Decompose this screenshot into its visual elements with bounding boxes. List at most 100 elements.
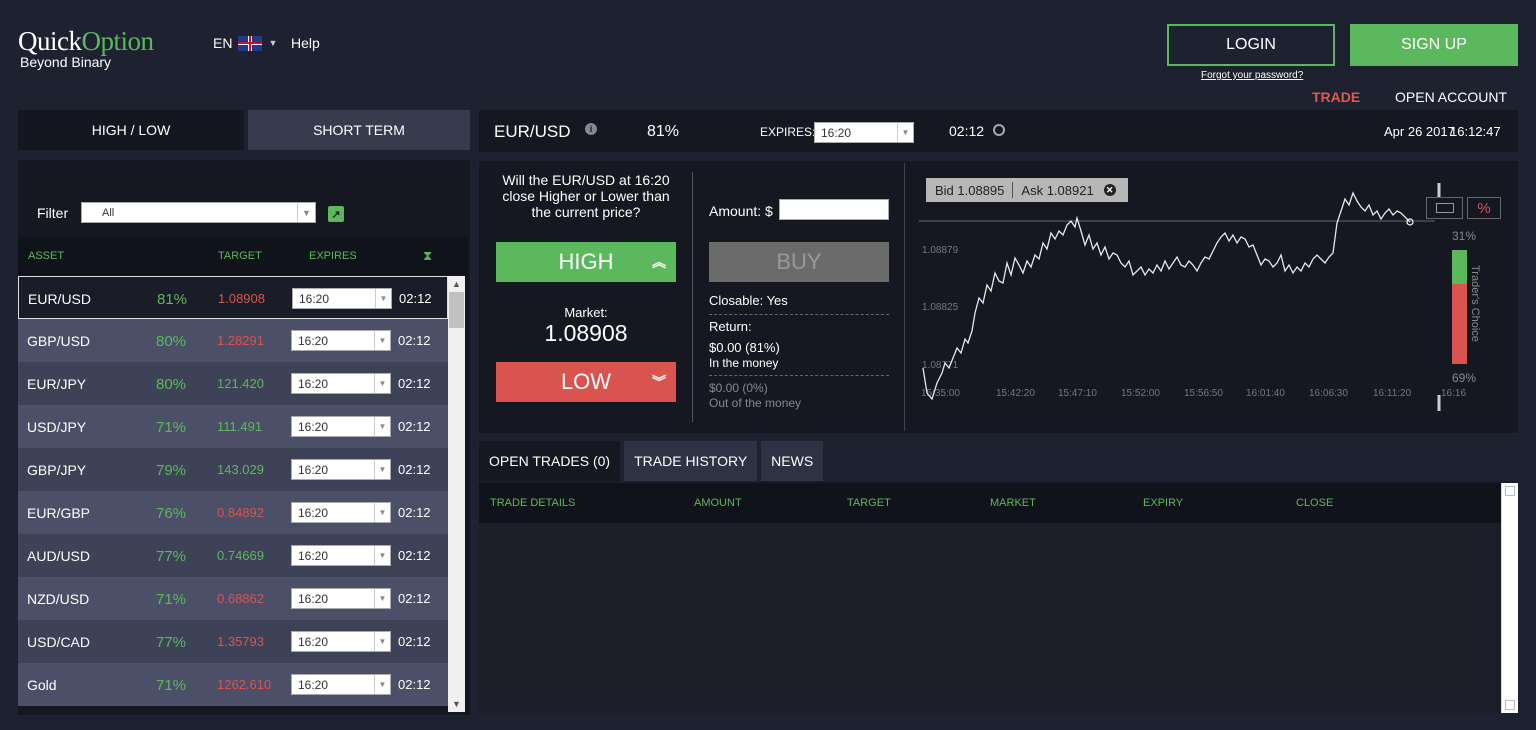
countdown: 02:12 bbox=[949, 123, 985, 139]
asset-payout: 77% bbox=[156, 634, 187, 651]
candlestick-icon[interactable] bbox=[1426, 197, 1463, 219]
scroll-thumb[interactable] bbox=[449, 292, 464, 328]
tab-open-trades[interactable]: OPEN TRADES (0) bbox=[479, 441, 621, 481]
tab-short-term[interactable]: SHORT TERM bbox=[248, 110, 470, 150]
asset-row[interactable]: EUR/USD 81% 1.08908 16:20 ▼ 02:12 bbox=[18, 276, 448, 319]
nav-open-account[interactable]: OPEN ACCOUNT bbox=[1395, 89, 1507, 105]
closable-text: Closable: Yes bbox=[709, 293, 788, 308]
nav-trade[interactable]: TRADE bbox=[1312, 89, 1360, 105]
asset-expiry-select[interactable]: 16:20 ▼ bbox=[292, 288, 392, 309]
expand-icon[interactable]: ↗ bbox=[328, 206, 344, 222]
asset-expiry-select[interactable]: 16:20 ▼ bbox=[291, 588, 391, 609]
asset-countdown: 02:12 bbox=[398, 634, 431, 649]
asset-row[interactable]: GBP/USD 80% 1.28291 16:20 ▼ 02:12 bbox=[18, 319, 448, 362]
asset-expiry-select[interactable]: 16:20 ▼ bbox=[291, 674, 391, 695]
asset-target: 111.491 bbox=[217, 419, 263, 434]
asset-list-scrollbar[interactable]: ▲ ▼ bbox=[448, 276, 465, 712]
x-axis-label: 15:56:50 bbox=[1184, 388, 1223, 399]
current-asset: EUR/USD bbox=[494, 122, 571, 141]
asset-row[interactable]: GBP/JPY 79% 143.029 16:20 ▼ 02:12 bbox=[18, 448, 448, 491]
amount-input[interactable] bbox=[779, 199, 889, 220]
asset-target: 1262.610 bbox=[217, 677, 272, 692]
asset-expiry-select[interactable]: 16:20 ▼ bbox=[291, 373, 391, 394]
col-amount: AMOUNT bbox=[694, 497, 742, 509]
login-button[interactable]: LOGIN bbox=[1167, 24, 1335, 66]
bottom-tabs: OPEN TRADES (0) TRADE HISTORY NEWS bbox=[479, 441, 827, 481]
filter-label: Filter bbox=[37, 205, 69, 221]
forgot-password-link[interactable]: Forgot your password? bbox=[1201, 70, 1303, 81]
asset-expiry-value: 16:20 bbox=[298, 678, 329, 692]
y-axis-label: 1.08825 bbox=[922, 302, 959, 313]
asset-expiry-value: 16:20 bbox=[298, 377, 329, 391]
asset-name: EUR/USD bbox=[28, 291, 92, 307]
signup-button[interactable]: SIGN UP bbox=[1350, 24, 1518, 66]
asset-countdown: 02:12 bbox=[398, 376, 431, 391]
asset-row[interactable]: USD/CAD 77% 1.35793 16:20 ▼ 02:12 bbox=[18, 620, 448, 663]
asset-payout: 80% bbox=[156, 333, 187, 350]
expiry-select[interactable]: 16:20 ▼ bbox=[814, 122, 914, 143]
col-expires: EXPIRES bbox=[309, 250, 357, 262]
col-expiry: EXPIRY bbox=[1143, 497, 1184, 509]
double-chevron-down-icon: ︾ bbox=[652, 374, 666, 390]
asset-countdown: 02:12 bbox=[398, 419, 431, 434]
asset-expiry-value: 16:20 bbox=[299, 292, 330, 306]
asset-name: USD/CAD bbox=[27, 634, 91, 650]
x-axis-label: 16:16 bbox=[1441, 388, 1466, 399]
filter-select[interactable]: All ▼ bbox=[81, 202, 316, 223]
asset-expiry-select[interactable]: 16:20 ▼ bbox=[291, 545, 391, 566]
asset-row[interactable]: NZD/USD 71% 0.68862 16:20 ▼ 02:12 bbox=[18, 577, 448, 620]
percent-toggle[interactable]: % bbox=[1467, 197, 1501, 219]
chevron-down-icon: ▼ bbox=[374, 374, 390, 393]
hourglass-icon[interactable]: ⧗ bbox=[423, 248, 432, 264]
asset-expiry-select[interactable]: 16:20 ▼ bbox=[291, 631, 391, 652]
out-of-money-label: Out of the money bbox=[709, 396, 802, 410]
help-link[interactable]: Help bbox=[291, 35, 320, 51]
asset-expiry-value: 16:20 bbox=[298, 506, 329, 520]
language-selector[interactable]: EN ▼ bbox=[213, 35, 277, 51]
tab-news[interactable]: NEWS bbox=[761, 441, 824, 481]
asset-expiry-value: 16:20 bbox=[298, 592, 329, 606]
asset-row[interactable]: EUR/JPY 80% 121.420 16:20 ▼ 02:12 bbox=[18, 362, 448, 405]
asset-countdown: 02:12 bbox=[398, 505, 431, 520]
scroll-down-icon[interactable]: ▼ bbox=[448, 696, 465, 712]
return-value: $0.00 (81%) bbox=[709, 340, 780, 355]
logo[interactable]: QuickOption bbox=[18, 26, 154, 57]
low-percent: 69% bbox=[1452, 371, 1477, 385]
asset-row[interactable]: AUD/USD 77% 0.74669 16:20 ▼ 02:12 bbox=[18, 534, 448, 577]
chevron-down-icon: ▼ bbox=[268, 38, 278, 48]
asset-row[interactable]: Gold 71% 1262.610 16:20 ▼ 02:12 bbox=[18, 663, 448, 706]
low-button[interactable]: LOW ︾ bbox=[496, 362, 676, 402]
double-chevron-up-icon: ︽ bbox=[652, 254, 666, 270]
scroll-down-icon[interactable] bbox=[1505, 700, 1515, 710]
x-axis-label: 15:47:10 bbox=[1058, 388, 1097, 399]
trades-scrollbar[interactable] bbox=[1501, 483, 1518, 713]
current-date: Apr 26 2017 bbox=[1384, 124, 1455, 139]
close-icon[interactable]: ✕ bbox=[1103, 184, 1116, 196]
asset-expiry-select[interactable]: 16:20 ▼ bbox=[291, 330, 391, 351]
asset-expiry-select[interactable]: 16:20 ▼ bbox=[291, 502, 391, 523]
low-label: LOW bbox=[560, 369, 612, 394]
asset-payout: 77% bbox=[156, 548, 187, 565]
info-icon[interactable]: i bbox=[585, 123, 597, 135]
bid-ask-box: Bid 1.08895 Ask 1.08921 ✕ bbox=[926, 178, 1128, 202]
high-label: HIGH bbox=[558, 249, 614, 274]
asset-payout: 79% bbox=[156, 462, 187, 479]
asset-list: EUR/USD 81% 1.08908 16:20 ▼ 02:12 GBP/USD 80% 1.… bbox=[18, 276, 448, 706]
x-axis-label: 15:42:20 bbox=[996, 388, 1035, 399]
asset-target: 1.35793 bbox=[217, 634, 264, 649]
asset-expiry-select[interactable]: 16:20 ▼ bbox=[291, 459, 391, 480]
asset-row[interactable]: USD/JPY 71% 111.491 16:20 ▼ 02:12 bbox=[18, 405, 448, 448]
high-sentiment-bar bbox=[1452, 250, 1467, 284]
high-button[interactable]: HIGH ︽ bbox=[496, 242, 676, 282]
chevron-down-icon: ▼ bbox=[374, 417, 390, 436]
asset-name: Gold bbox=[27, 677, 57, 693]
scroll-up-icon[interactable]: ▲ bbox=[448, 276, 465, 292]
tab-high-low[interactable]: HIGH / LOW bbox=[18, 110, 244, 150]
asset-name: AUD/USD bbox=[27, 548, 91, 564]
asset-row[interactable]: EUR/GBP 76% 0.84892 16:20 ▼ 02:12 bbox=[18, 491, 448, 534]
tab-trade-history[interactable]: TRADE HISTORY bbox=[624, 441, 758, 481]
y-axis-label: 1.08771 bbox=[922, 360, 959, 371]
asset-expiry-select[interactable]: 16:20 ▼ bbox=[291, 416, 391, 437]
buy-button[interactable]: BUY bbox=[709, 242, 889, 282]
scroll-up-icon[interactable] bbox=[1505, 486, 1515, 496]
